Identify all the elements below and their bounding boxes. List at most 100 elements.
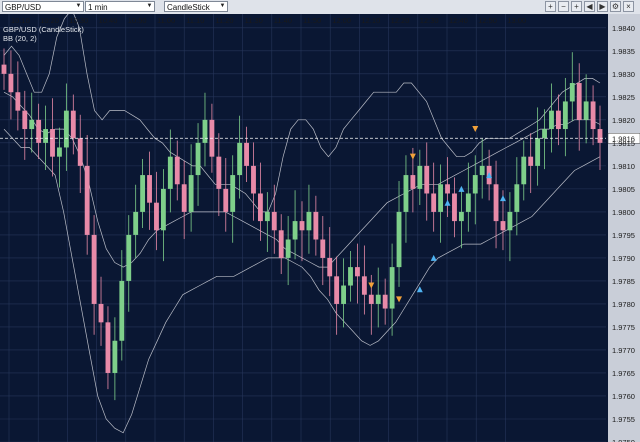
zoom-in-icon: + [548,2,553,11]
arrow-right-icon: ▶ [599,2,606,11]
candle-body [119,280,125,341]
candle-body [244,142,249,166]
zoom-in-button[interactable]: + [545,1,556,12]
candle-body [465,193,471,212]
y-tick-label: 1.9825 [612,93,635,102]
candle-body [542,129,547,139]
candle-body [576,83,582,120]
candle-body [237,142,243,176]
candle-body [452,193,457,222]
price-chart[interactable]: 1.9816 10:10 10:20 10:30 10:40 10:50 11:00 11:… [0,14,640,442]
x-tick-label: 12:10 [361,16,380,25]
candle-body [278,230,284,258]
settings-button[interactable]: ⚙ [610,1,621,12]
candle-body [535,138,541,166]
x-tick-label: 10:40 [99,16,118,25]
candle-body [438,184,444,212]
candle-body [181,184,187,212]
candle-body [458,211,464,222]
chevron-down-icon: ▼ [75,3,82,9]
candle-body [251,165,256,194]
candle-body [514,184,520,212]
candle-body [507,211,513,231]
x-tick-label: 10:50 [128,16,147,25]
candle-body [431,193,437,212]
chevron-down-icon: ▼ [219,3,226,9]
candle-body [264,211,270,222]
y-tick-label: 1.9750 [612,438,635,442]
candle-body [306,211,312,231]
candle-body [375,294,381,304]
candle-body [271,211,277,231]
candle-body [112,340,118,373]
interval-label: 1 min [88,3,108,12]
candle-body [57,147,62,157]
candle-body [549,110,554,130]
candle-body [98,303,104,323]
candle-body [479,165,485,176]
zoom-out-icon: − [561,2,566,11]
scroll-right-button[interactable]: ▶ [597,1,608,12]
candle-body [91,234,97,304]
legend-indicator: BB (20, 2) [3,34,37,43]
y-tick-label: 1.9810 [612,162,635,171]
symbol-select[interactable]: GBP/USD ▼ [2,1,84,12]
candle-body [597,129,603,143]
candle-body [36,119,42,143]
candle-body [77,138,83,166]
candle-body [299,221,305,231]
candle-body [195,142,201,176]
candle-body [230,175,236,212]
candle-body [472,175,478,194]
interval-select[interactable]: 1 min ▼ [85,1,155,12]
candle-body [500,221,506,231]
scroll-left-button[interactable]: ◀ [584,1,595,12]
candle-body [445,184,450,194]
trading-app: GBP/USD ▼ 1 min ▼ CandleStick ▼ + − + ◀ … [0,0,640,442]
candle-body [341,285,347,304]
close-button[interactable]: × [623,1,634,12]
candle-body [216,156,222,189]
candle-body [493,184,499,222]
candle-body [257,193,263,222]
candle-body [348,267,353,286]
gear-icon: ⚙ [611,2,620,11]
y-tick-label: 1.9755 [612,415,635,424]
y-tick-label: 1.9795 [612,231,635,240]
arrow-left-icon: ◀ [586,2,593,11]
y-tick-label: 1.9765 [612,369,635,378]
candle-body [22,110,28,130]
candle-body [382,294,388,309]
zoom-out-button[interactable]: − [558,1,569,12]
candle-body [188,175,194,212]
crosshair-button[interactable]: + [571,1,582,12]
x-tick-label: 12:30 [420,16,439,25]
candle-body [528,156,534,166]
y-tick-label: 1.9840 [612,24,635,33]
candle-body [313,211,319,240]
candle-body [590,101,596,130]
candle-body [140,175,146,212]
candle-body [334,276,340,304]
y-tick-label: 1.9815 [612,139,635,148]
candle-body [569,83,575,102]
candle-body [355,267,360,277]
charttype-select[interactable]: CandleStick ▼ [164,1,228,12]
candle-body [424,165,430,194]
candle-body [63,110,69,148]
candle-body [361,276,367,295]
close-icon: × [626,2,631,11]
y-tick-label: 1.9770 [612,346,635,355]
candle-body [105,322,111,373]
x-tick-label: 12:50 [478,16,497,25]
y-tick-label: 1.9775 [612,323,635,332]
candle-body [50,129,55,157]
candle-body [160,188,166,231]
candle-body [174,156,180,185]
x-tick-label: 12:00 [332,16,351,25]
candle-body [562,101,568,130]
candle-body [292,221,298,240]
x-tick-label: 11:40 [274,16,292,25]
candle-body [320,239,326,258]
y-tick-label: 1.9830 [612,70,635,79]
